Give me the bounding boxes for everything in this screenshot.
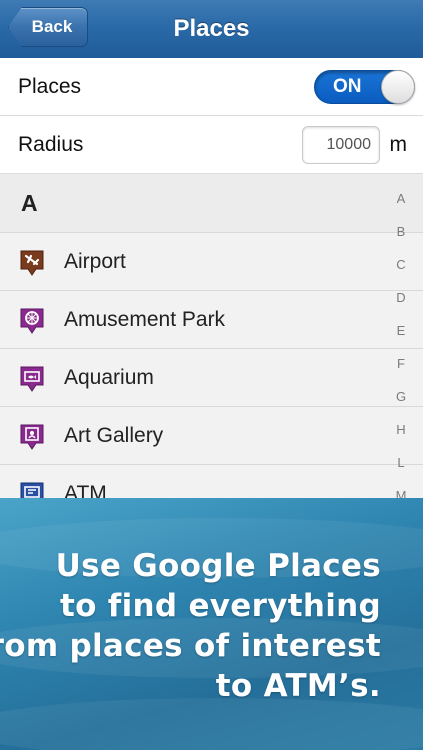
places-list[interactable]: A Airport Amusement Park Aquarium Art Ga… [0, 174, 423, 498]
list-item-airport[interactable]: Airport [0, 233, 423, 291]
index-letter[interactable]: M [391, 489, 411, 498]
toggle-state-label: ON [333, 76, 362, 97]
list-item-label: Aquarium [64, 366, 154, 389]
section-header: A [0, 174, 423, 233]
radius-input[interactable]: 10000 [302, 126, 380, 164]
index-letter[interactable]: C [391, 258, 411, 291]
radius-unit: m [389, 133, 408, 156]
alphabet-index[interactable]: A B C D E F G H L M [391, 192, 411, 498]
promo-caption: Use Google Places to find everything fro… [0, 546, 381, 706]
section-header-letter: A [21, 190, 38, 216]
places-setting-label: Places [18, 75, 82, 98]
radius-setting-row: Radius 10000 m [0, 116, 423, 174]
index-letter[interactable]: L [391, 456, 411, 489]
page-title: Places [173, 15, 250, 42]
promo-line: from places of interest [0, 628, 381, 664]
aquarium-icon [20, 366, 44, 392]
places-toggle[interactable]: ON [314, 70, 415, 104]
promo-banner: Use Google Places to find everything fro… [0, 498, 423, 750]
list-item-aquarium[interactable]: Aquarium [0, 349, 423, 407]
atm-icon [20, 482, 44, 498]
list-item-art-gallery[interactable]: Art Gallery [0, 407, 423, 465]
promo-line: to find everything [59, 588, 381, 624]
list-item-label: Art Gallery [64, 424, 164, 447]
art-gallery-icon [20, 424, 44, 450]
list-item-label: ATM [64, 482, 107, 498]
toggle-knob [381, 70, 415, 104]
navigation-bar: Back Places [0, 0, 423, 59]
index-letter[interactable]: H [391, 423, 411, 456]
index-letter[interactable]: A [391, 192, 411, 225]
index-letter[interactable]: D [391, 291, 411, 324]
radius-label: Radius [18, 133, 84, 156]
airport-icon [20, 250, 44, 276]
list-item-label: Amusement Park [64, 308, 226, 331]
index-letter[interactable]: G [391, 390, 411, 423]
promo-line: Use Google Places [55, 548, 381, 584]
list-item-amusement-park[interactable]: Amusement Park [0, 291, 423, 349]
index-letter[interactable]: F [391, 357, 411, 390]
list-item-label: Airport [64, 250, 126, 273]
places-setting-row: Places ON [0, 58, 423, 116]
amusement-park-icon [20, 308, 44, 334]
index-letter[interactable]: E [391, 324, 411, 357]
index-letter[interactable]: B [391, 225, 411, 258]
list-item-atm[interactable]: ATM [0, 465, 423, 498]
promo-line: to ATM’s. [215, 668, 381, 704]
